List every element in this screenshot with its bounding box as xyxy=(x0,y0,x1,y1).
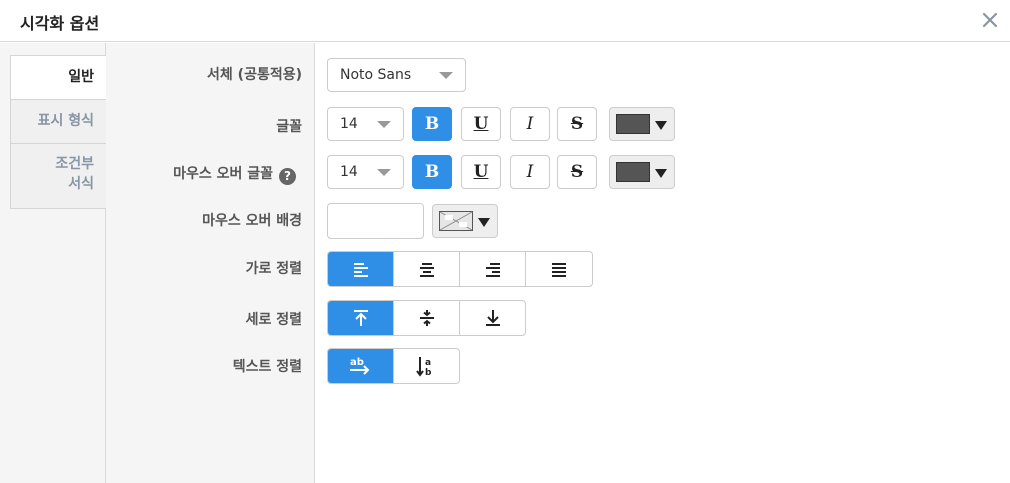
close-icon[interactable] xyxy=(978,8,1002,32)
strikethrough-button[interactable]: S xyxy=(557,107,597,141)
align-justify-icon xyxy=(552,263,566,277)
strikethrough-icon: S xyxy=(570,162,584,182)
hover-background-label: 마우스 오버 배경 xyxy=(202,213,302,229)
align-left-button[interactable] xyxy=(328,252,394,286)
align-top-icon xyxy=(353,310,368,326)
text-vertical-icon: a b xyxy=(416,357,432,378)
text-horizontal-button[interactable]: ab xyxy=(328,349,394,383)
svg-text:ab: ab xyxy=(350,357,364,368)
bold-icon: B xyxy=(424,162,440,182)
align-right-icon xyxy=(485,263,500,277)
color-swatch xyxy=(616,162,650,182)
align-center-icon xyxy=(419,263,434,277)
font-size-value: 14 xyxy=(340,116,358,132)
horizontal-align-group xyxy=(327,251,593,287)
chevron-down-icon xyxy=(377,169,391,176)
hover-font-color-picker[interactable] xyxy=(609,155,675,189)
tab-general[interactable]: 일반 xyxy=(10,55,107,99)
text-align-label: 텍스트 정렬 xyxy=(232,359,302,375)
no-color-icon xyxy=(439,211,473,231)
text-horizontal-icon: ab xyxy=(350,357,370,375)
font-family-label: 서체 (공통적용) xyxy=(207,67,302,83)
hover-background-color-picker[interactable] xyxy=(432,204,498,238)
italic-button[interactable]: I xyxy=(510,107,550,141)
bold-button[interactable]: B xyxy=(412,107,452,141)
underline-icon: U xyxy=(473,114,489,134)
font-family-value: Noto Sans xyxy=(340,67,412,83)
tab-list: 일반 표시 형식 조건부 서식 xyxy=(10,55,107,209)
hover-font-size-select[interactable]: 14 xyxy=(327,155,404,189)
vertical-align-group xyxy=(327,300,526,336)
caret-down-icon xyxy=(655,121,667,130)
chevron-down-icon xyxy=(377,121,391,128)
font-label: 글꼴 xyxy=(276,119,302,135)
chevron-down-icon xyxy=(439,72,453,79)
hover-italic-button[interactable]: I xyxy=(510,155,550,189)
svg-text:a: a xyxy=(425,358,431,368)
svg-text:b: b xyxy=(425,368,432,378)
underline-button[interactable]: U xyxy=(461,107,501,141)
text-vertical-button[interactable]: a b xyxy=(394,349,460,383)
italic-icon: I xyxy=(526,114,534,134)
title-bar: 시각화 옵션 xyxy=(0,0,1010,42)
hover-underline-button[interactable]: U xyxy=(461,155,501,189)
align-middle-button[interactable] xyxy=(394,301,460,335)
question-circle-icon[interactable]: ? xyxy=(279,168,296,185)
italic-icon: I xyxy=(526,162,534,182)
hover-strikethrough-button[interactable]: S xyxy=(557,155,597,189)
hover-font-label-text: 마우스 오버 글꼴 xyxy=(173,166,273,182)
caret-down-icon xyxy=(478,218,490,227)
bold-icon: B xyxy=(424,114,440,134)
label-column: 서체 (공통적용) 글꼴 마우스 오버 글꼴? 마우스 오버 배경 가로 정렬 … xyxy=(106,43,315,483)
align-bottom-icon xyxy=(485,310,500,326)
strikethrough-icon: S xyxy=(570,114,584,134)
hover-font-size-value: 14 xyxy=(340,164,358,180)
caret-down-icon xyxy=(655,169,667,178)
font-size-select[interactable]: 14 xyxy=(327,107,404,141)
visualization-options-dialog: 시각화 옵션 일반 표시 형식 조건부 서식 서체 (공통적용) 글꼴 마우스 … xyxy=(0,0,1010,483)
align-bottom-button[interactable] xyxy=(460,301,525,335)
tab-conditional-format[interactable]: 조건부 서식 xyxy=(10,143,107,209)
hover-background-input[interactable] xyxy=(327,203,424,239)
font-color-picker[interactable] xyxy=(609,107,675,141)
dialog-title: 시각화 옵션 xyxy=(20,14,100,33)
tab-display-format[interactable]: 표시 형식 xyxy=(10,99,107,143)
align-justify-button[interactable] xyxy=(526,252,592,286)
hover-font-label: 마우스 오버 글꼴? xyxy=(173,163,302,185)
vertical-align-label: 세로 정렬 xyxy=(245,312,302,328)
align-center-button[interactable] xyxy=(394,252,460,286)
align-right-button[interactable] xyxy=(460,252,526,286)
align-top-button[interactable] xyxy=(328,301,394,335)
hover-bold-button[interactable]: B xyxy=(412,155,452,189)
align-left-icon xyxy=(353,263,368,277)
align-middle-icon xyxy=(419,310,434,326)
font-family-select[interactable]: Noto Sans xyxy=(327,58,466,92)
color-swatch xyxy=(616,114,650,134)
sidebar: 일반 표시 형식 조건부 서식 xyxy=(0,43,107,483)
text-direction-group: ab a b xyxy=(327,348,460,384)
horizontal-align-label: 가로 정렬 xyxy=(245,261,302,277)
underline-icon: U xyxy=(473,162,489,182)
